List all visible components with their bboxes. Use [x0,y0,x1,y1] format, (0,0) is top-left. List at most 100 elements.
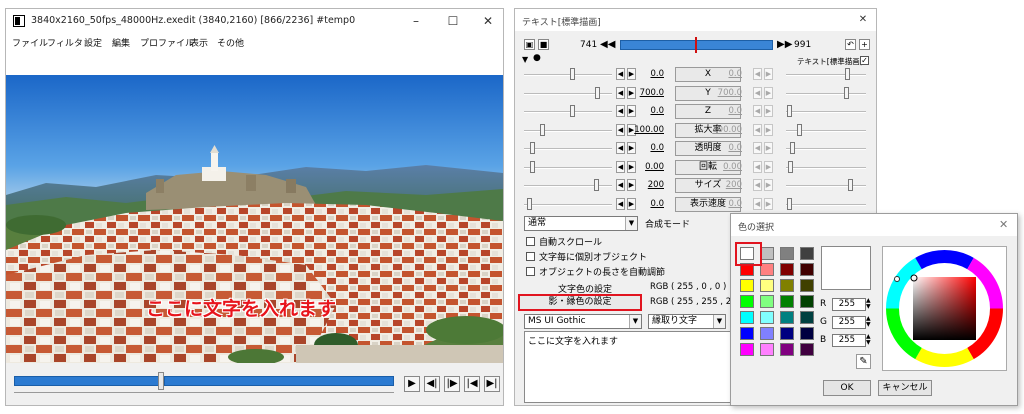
frame-back-icon[interactable]: ◀◀ [600,38,615,51]
undo-icon[interactable]: ↶ [845,39,856,50]
prev-frame-button[interactable]: ◀| [424,376,440,392]
shadow-color-button[interactable]: 影・縁色の設定 [518,294,642,311]
seek-bar-played[interactable] [14,376,159,386]
g-input[interactable]: 255 [832,316,866,329]
opacity-track-right[interactable] [786,148,866,150]
per-char-object-checkbox[interactable] [526,252,535,261]
color-swatch[interactable] [780,343,794,356]
x-value-left[interactable]: 0.0 [630,69,664,79]
eyedropper-icon[interactable]: ✎ [856,354,871,369]
x-decrease-right[interactable]: ◀ [753,68,762,80]
image-icon[interactable]: ▣ [524,39,535,50]
y-decrease-left[interactable]: ◀ [616,86,625,99]
z-decrease-left[interactable]: ◀ [616,105,625,117]
color-swatch[interactable] [760,263,774,276]
b-input[interactable]: 255 [832,334,866,347]
opacity-decrease-left[interactable]: ◀ [616,142,625,154]
color-swatch[interactable] [760,279,774,292]
y-value-right[interactable]: 700.0 [708,88,742,98]
hue-ring[interactable] [883,247,1006,370]
color-swatch[interactable] [800,247,814,260]
font-select[interactable]: MS UI Gothic ▼ [524,314,642,329]
scale-decrease-right[interactable]: ◀ [753,123,762,136]
color-swatch[interactable] [760,247,774,260]
rotation-increase-right[interactable]: ▶ [764,160,773,173]
rotation-decrease-right[interactable]: ◀ [753,160,762,173]
z-increase-right[interactable]: ▶ [764,105,773,117]
opacity-value-left[interactable]: 0.0 [630,143,664,153]
color-swatch[interactable] [800,327,814,340]
color-swatch[interactable] [760,295,774,308]
speed-decrease-left[interactable]: ◀ [616,197,625,210]
x-increase-right[interactable]: ▶ [764,68,773,80]
last-frame-button[interactable]: ▶| [484,376,500,392]
scale-value-left[interactable]: 100.00 [630,125,664,135]
scale-track-left[interactable] [524,129,612,132]
menu-edit[interactable]: 編集 [112,36,130,49]
maximize-button[interactable]: ☐ [438,9,468,33]
auto-scroll-checkbox[interactable] [526,237,535,246]
color-swatch[interactable] [760,311,774,324]
cancel-button[interactable]: キャンセル [878,380,932,396]
r-input[interactable]: 255 [832,298,866,311]
z-value-left[interactable]: 0.0 [630,106,664,116]
y-value-left[interactable]: 700.0 [630,88,664,98]
menu-file[interactable]: ファイル [12,36,48,49]
rotation-track-left[interactable] [524,166,612,169]
text-window-close-button[interactable]: ✕ [851,8,875,32]
play-button[interactable]: ▶ [404,376,420,392]
rotation-slider-right[interactable] [788,160,793,173]
opacity-slider-left[interactable] [530,142,535,154]
scale-value-right[interactable]: 100.00 [708,125,742,135]
x-track-right[interactable] [786,74,866,76]
color-swatch[interactable] [760,327,774,340]
menu-other[interactable]: その他 [217,36,244,49]
color-swatch[interactable] [800,279,814,292]
menu-filter[interactable]: フィルタ [47,36,83,49]
y-increase-right[interactable]: ▶ [764,86,773,99]
y-decrease-right[interactable]: ◀ [753,86,762,99]
color-swatch[interactable] [740,279,754,292]
color-swatch[interactable] [780,247,794,260]
speed-value-right[interactable]: 0.0 [708,199,742,209]
seek-handle[interactable] [158,372,164,390]
text-style-select[interactable]: 縁取り文字 ▼ [648,314,726,329]
y-track-right[interactable] [786,92,866,95]
color-swatch[interactable] [800,295,814,308]
speed-slider-left[interactable] [527,197,532,210]
color-swatch[interactable] [800,343,814,356]
close-button[interactable]: ✕ [473,9,503,33]
r-stepper[interactable]: ▲ ▼ [866,298,871,310]
blend-mode-select[interactable]: 通常 ▼ [524,216,638,231]
size-track-right[interactable] [786,185,866,187]
speed-track-right[interactable] [786,203,866,206]
color-dialog-close-button[interactable]: ✕ [999,218,1008,231]
x-slider-left[interactable] [570,68,575,80]
rotation-value-right[interactable]: 0.00 [708,162,742,172]
speed-decrease-right[interactable]: ◀ [753,197,762,210]
x-track-left[interactable] [524,74,612,76]
first-frame-button[interactable]: |◀ [464,376,480,392]
opacity-track-left[interactable] [524,148,612,150]
color-wheel-area[interactable] [882,246,1007,371]
color-swatch[interactable] [800,263,814,276]
size-slider-right[interactable] [848,179,853,191]
color-swatch[interactable] [760,343,774,356]
color-swatch[interactable] [780,327,794,340]
color-swatch[interactable] [780,295,794,308]
color-swatch[interactable] [780,263,794,276]
color-swatch[interactable] [780,279,794,292]
opacity-value-right[interactable]: 0.0 [708,143,742,153]
opacity-decrease-right[interactable]: ◀ [753,142,762,154]
text-content-area[interactable]: ここに文字を入れます [524,331,731,403]
menu-profile[interactable]: プロファイル [140,36,194,49]
menu-settings[interactable]: 設定 [84,36,102,49]
x-value-right[interactable]: 0.0 [708,69,742,79]
z-decrease-right[interactable]: ◀ [753,105,762,117]
rotation-value-left[interactable]: 0.00 [630,162,664,172]
collapse-icon[interactable]: ▼ [522,55,528,64]
color-swatch[interactable] [800,311,814,324]
size-decrease-right[interactable]: ◀ [753,179,762,191]
speed-increase-right[interactable]: ▶ [764,197,773,210]
scale-decrease-left[interactable]: ◀ [616,123,625,136]
